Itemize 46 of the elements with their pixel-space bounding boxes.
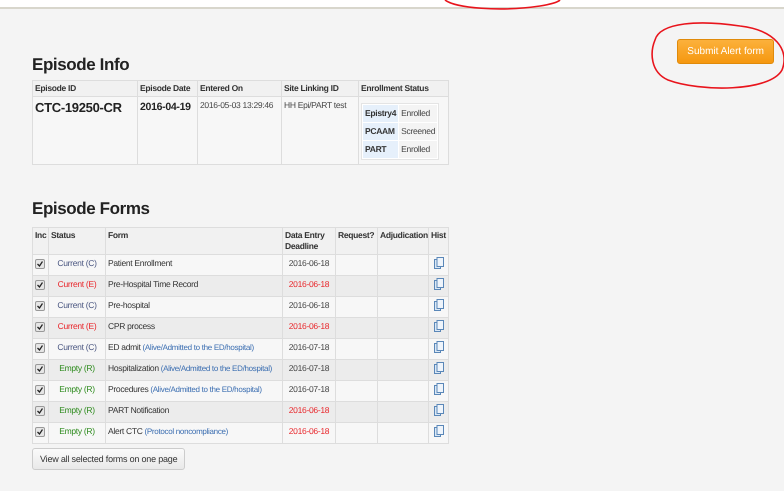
table-cell: Screened bbox=[399, 123, 438, 140]
deadline-cell: 2016-06-18 bbox=[282, 422, 336, 444]
view-all-button[interactable]: View all selected forms on one page bbox=[32, 448, 186, 470]
form-cell: Alert CTC (Protocol noncompliance) bbox=[106, 422, 282, 444]
checkbox[interactable] bbox=[35, 322, 45, 332]
study-cell: Epistry4 bbox=[363, 105, 398, 122]
document-copy-icon[interactable] bbox=[434, 383, 444, 395]
section-heading: Episode Forms bbox=[32, 199, 151, 219]
checkbox[interactable] bbox=[35, 301, 45, 311]
checkbox[interactable] bbox=[35, 406, 45, 416]
document-copy-icon[interactable] bbox=[434, 341, 444, 353]
checkbox[interactable] bbox=[35, 259, 45, 269]
study-cell: PART bbox=[363, 141, 398, 158]
checkbox[interactable] bbox=[35, 343, 45, 353]
column-header: Data Entry Deadline bbox=[282, 228, 336, 254]
checkbox[interactable] bbox=[35, 385, 45, 395]
column-header: Form bbox=[106, 228, 282, 254]
column-header: Request? bbox=[336, 228, 378, 254]
section-heading: Episode Info bbox=[32, 55, 130, 75]
column-header: Site Linking ID bbox=[282, 80, 358, 96]
column-header: Hist bbox=[428, 228, 448, 254]
document-copy-icon[interactable] bbox=[434, 278, 444, 290]
document-copy-icon[interactable] bbox=[434, 257, 444, 269]
column-header: Entered On bbox=[198, 80, 282, 96]
checkbox[interactable] bbox=[35, 280, 45, 290]
column-header: Enrollment Status bbox=[358, 80, 448, 96]
table-cell: Enrolled bbox=[399, 105, 438, 122]
column-header: Episode ID bbox=[32, 80, 138, 96]
checkbox[interactable] bbox=[35, 364, 45, 374]
checkbox[interactable] bbox=[35, 427, 45, 437]
column-header: Adjudication bbox=[378, 228, 428, 254]
study-cell: PCAAM bbox=[363, 123, 398, 140]
document-copy-icon[interactable] bbox=[434, 362, 444, 374]
table-cell: 2016-05-03 13:29:46 bbox=[198, 96, 282, 164]
document-copy-icon[interactable] bbox=[434, 404, 444, 416]
status-cell: Empty (R) bbox=[48, 422, 106, 444]
table-cell: HH Epi/PART test bbox=[282, 96, 358, 164]
document-copy-icon[interactable] bbox=[434, 299, 444, 311]
column-header: Inc bbox=[32, 228, 48, 254]
table-cell: 2016-04-19 bbox=[138, 96, 198, 164]
document-copy-icon[interactable] bbox=[434, 425, 444, 437]
column-header: Episode Date bbox=[138, 80, 198, 96]
document-copy-icon[interactable] bbox=[434, 320, 444, 332]
table-cell: CTC-19250-CR bbox=[32, 96, 138, 164]
column-header: Status bbox=[48, 228, 106, 254]
table-cell: Enrolled bbox=[399, 141, 438, 158]
